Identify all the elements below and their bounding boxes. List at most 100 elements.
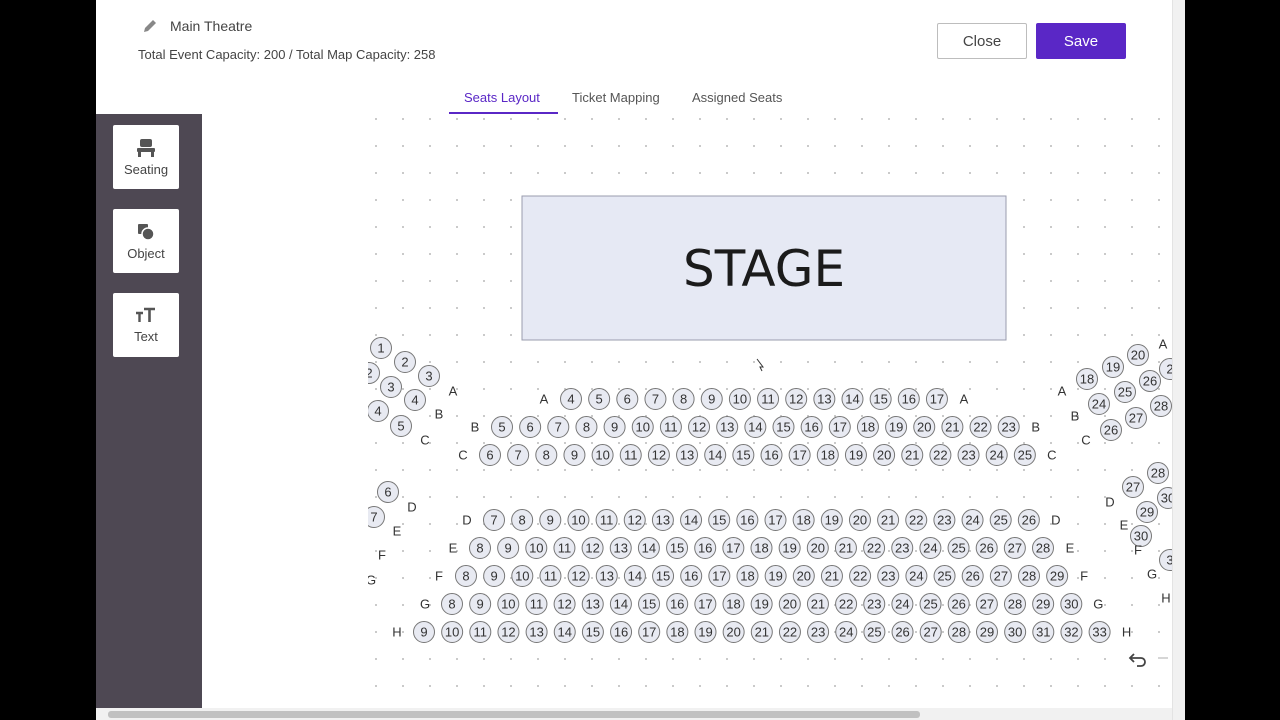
seat-row-a[interactable]: 4 5 6 7 8 9 10 11 12 13 14 15 16 17 A A (540, 388, 969, 410)
seat[interactable]: 27 (919, 621, 942, 643)
seat[interactable]: 12 (623, 509, 646, 531)
seat[interactable]: 33 (1088, 621, 1111, 643)
seat[interactable]: 9 (469, 593, 492, 615)
seat[interactable]: 2 (394, 351, 416, 373)
seat[interactable]: 16 (694, 537, 717, 559)
seat-map-canvas[interactable]: STAGE 4 5 6 7 8 9 10 11 12 13 14 15 16 17 A A 5 6 7 8 9 10 11 1… (358, 114, 1181, 708)
seat[interactable]: 6 (616, 388, 639, 410)
seat[interactable]: 1 (370, 337, 392, 359)
seat[interactable]: 28 (1032, 537, 1054, 559)
seat[interactable]: 17 (708, 565, 731, 587)
seat[interactable]: 10 (591, 444, 614, 466)
seat[interactable]: 16 (897, 388, 920, 410)
seat[interactable]: 23 (933, 509, 956, 531)
seat[interactable]: 25 (989, 509, 1012, 531)
seat[interactable]: 25 (933, 565, 956, 587)
seat[interactable]: 17 (638, 621, 661, 643)
seat[interactable]: 7 (507, 444, 530, 466)
seat[interactable]: 7 (547, 416, 570, 438)
seat[interactable]: 22 (929, 444, 952, 466)
seat[interactable]: 13 (581, 593, 604, 615)
seat[interactable]: 23 (863, 593, 886, 615)
side-sections[interactable]: 1223344567ABCDEFG2019 218 2625282427262827… (358, 337, 1181, 606)
edit-name-icon[interactable] (142, 18, 158, 34)
seat[interactable]: 21 (901, 444, 924, 466)
seat[interactable]: 10 (567, 509, 590, 531)
seat-row-d[interactable]: 7 8 9 10 11 12 13 14 15 16 17 18 19 20 21 22 23 24 25 26 D D (462, 509, 1061, 531)
seat[interactable]: 12 (647, 444, 670, 466)
seat[interactable]: 4 (404, 389, 426, 411)
seat[interactable]: 29 (1136, 501, 1158, 523)
seat[interactable]: 17 (788, 444, 811, 466)
seat[interactable]: 8 (441, 593, 463, 615)
seat[interactable]: 14 (623, 565, 646, 587)
seat[interactable]: 12 (567, 565, 590, 587)
close-button[interactable]: Close (937, 23, 1027, 59)
seat[interactable]: 26 (1139, 370, 1161, 392)
seat[interactable]: 23 (891, 537, 914, 559)
seat[interactable]: 22 (835, 593, 858, 615)
seat[interactable]: 7 (483, 509, 505, 531)
seat[interactable]: 8 (535, 444, 558, 466)
seat[interactable]: 12 (785, 388, 808, 410)
seat[interactable]: 16 (760, 444, 783, 466)
seat[interactable]: 20 (792, 565, 815, 587)
seat[interactable]: 24 (905, 565, 928, 587)
seat[interactable]: 3 (1159, 549, 1181, 571)
seat[interactable]: 17 (694, 593, 717, 615)
seat[interactable]: 22 (863, 537, 886, 559)
seat[interactable]: 8 (672, 388, 695, 410)
seat[interactable]: 8 (511, 509, 534, 531)
seat[interactable]: 9 (539, 509, 562, 531)
seat[interactable]: 18 (856, 416, 879, 438)
seat[interactable]: 21 (941, 416, 964, 438)
seat[interactable]: 12 (497, 621, 520, 643)
seat[interactable]: 28 (947, 621, 970, 643)
seat[interactable]: 24 (1088, 393, 1110, 415)
horizontal-scrollbar[interactable] (96, 708, 1172, 720)
seat[interactable]: 9 (413, 621, 435, 643)
seat[interactable]: 4 (367, 400, 389, 422)
seat[interactable]: 22 (849, 565, 872, 587)
seat[interactable]: 21 (877, 509, 900, 531)
seat[interactable]: 11 (757, 388, 780, 410)
save-button[interactable]: Save (1036, 23, 1126, 59)
seat[interactable]: 5 (491, 416, 513, 438)
seat[interactable]: 3 (418, 365, 440, 387)
seat[interactable]: 21 (820, 565, 843, 587)
seat-row-f[interactable]: 8 9 10 11 12 13 14 15 16 17 18 19 20 21 22 23 24 25 26 27 28… (435, 565, 1088, 587)
right-section[interactable]: 2019 218 26252824272628273029303AABCDEFGH (1058, 337, 1181, 606)
seat[interactable]: 24 (919, 537, 942, 559)
seat[interactable]: 9 (700, 388, 723, 410)
seat[interactable]: 4 (560, 388, 582, 410)
seat[interactable]: 25 (1114, 381, 1136, 403)
seat[interactable]: 14 (553, 621, 576, 643)
seat[interactable]: 7 (644, 388, 667, 410)
seat[interactable]: 23 (877, 565, 900, 587)
seat[interactable]: 11 (595, 509, 618, 531)
seat[interactable]: 16 (736, 509, 759, 531)
seat-row-c[interactable]: 6 7 8 9 10 11 12 13 14 15 16 17 18 19 20 21 22 23 24 25 C C (458, 444, 1057, 466)
seat[interactable]: 26 (1017, 509, 1040, 531)
seat[interactable]: 20 (806, 537, 829, 559)
seat[interactable]: 5 (588, 388, 611, 410)
seat[interactable]: 13 (525, 621, 548, 643)
seat[interactable]: 17 (925, 388, 948, 410)
seat[interactable]: 14 (637, 537, 660, 559)
seat[interactable]: 10 (497, 593, 520, 615)
seat[interactable]: 10 (441, 621, 464, 643)
seat[interactable]: 18 (736, 565, 759, 587)
seat[interactable]: 26 (961, 565, 984, 587)
seat[interactable]: 16 (800, 416, 823, 438)
seat[interactable]: 15 (732, 444, 755, 466)
seat[interactable]: 28 (1004, 593, 1026, 615)
seat[interactable]: 19 (844, 444, 867, 466)
seat-map-svg[interactable]: STAGE 4 5 6 7 8 9 10 11 12 13 14 15 16 17A A5 6 7 8 9 10 11 1… (358, 114, 1181, 708)
seat[interactable]: 24 (985, 444, 1008, 466)
seat[interactable]: 18 (792, 509, 815, 531)
seat[interactable]: 31 (1032, 621, 1055, 643)
seat[interactable]: 29 (976, 621, 998, 643)
seat[interactable]: 21 (750, 621, 773, 643)
seat-rows[interactable]: 4 5 6 7 8 9 10 11 12 13 14 15 16 17A A5 6 7 8 9 10 11 12 13 14 1… (392, 388, 1131, 643)
seat[interactable]: 15 (869, 388, 892, 410)
